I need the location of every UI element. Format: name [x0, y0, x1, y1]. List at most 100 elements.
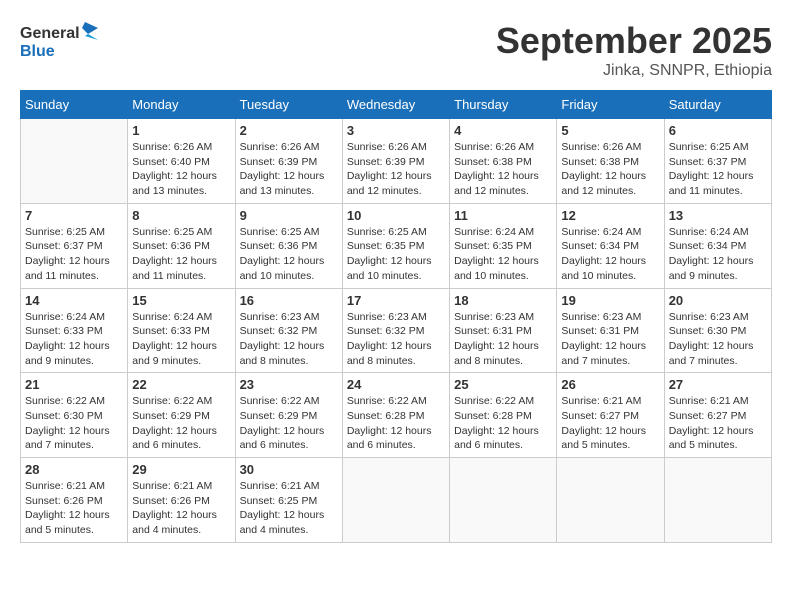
calendar-cell: 17 Sunrise: 6:23 AM Sunset: 6:32 PM Dayli…: [342, 288, 449, 373]
calendar-cell: 21 Sunrise: 6:22 AM Sunset: 6:30 PM Dayli…: [21, 373, 128, 458]
calendar-cell: 15 Sunrise: 6:24 AM Sunset: 6:33 PM Dayli…: [128, 288, 235, 373]
calendar-cell: 29Sunrise: 6:21 AM Sunset: 6:26 PM Dayli…: [128, 458, 235, 543]
calendar-cell: [342, 458, 449, 543]
weekday-header-friday: Friday: [557, 91, 664, 119]
day-info: Sunrise: 6:23 AM Sunset: 6:30 PM Dayligh…: [669, 310, 767, 369]
title-block: September 2025 Jinka, SNNPR, Ethiopia: [496, 20, 772, 80]
calendar-cell: [450, 458, 557, 543]
day-info: Sunrise: 6:23 AM Sunset: 6:32 PM Dayligh…: [347, 310, 445, 369]
day-number: 22: [132, 377, 230, 392]
day-number: 5: [561, 123, 659, 138]
calendar-cell: 6 Sunrise: 6:25 AM Sunset: 6:37 PM Daylig…: [664, 119, 771, 204]
calendar-cell: 23 Sunrise: 6:22 AM Sunset: 6:29 PM Dayli…: [235, 373, 342, 458]
day-number: 30: [240, 462, 338, 477]
week-row-1: 1 Sunrise: 6:26 AM Sunset: 6:40 PM Daylig…: [21, 119, 772, 204]
day-number: 24: [347, 377, 445, 392]
calendar-cell: 30 Sunrise: 6:21 AM Sunset: 6:25 PM Dayli…: [235, 458, 342, 543]
weekday-header-monday: Monday: [128, 91, 235, 119]
week-row-5: 28Sunrise: 6:21 AM Sunset: 6:26 PM Dayli…: [21, 458, 772, 543]
svg-text:Blue: Blue: [20, 43, 55, 60]
day-number: 16: [240, 293, 338, 308]
calendar-cell: 18 Sunrise: 6:23 AM Sunset: 6:31 PM Dayli…: [450, 288, 557, 373]
calendar-cell: 27 Sunrise: 6:21 AM Sunset: 6:27 PM Dayli…: [664, 373, 771, 458]
weekday-header-tuesday: Tuesday: [235, 91, 342, 119]
day-number: 12: [561, 208, 659, 223]
calendar-cell: 24 Sunrise: 6:22 AM Sunset: 6:28 PM Dayli…: [342, 373, 449, 458]
page-header: GeneralBlue September 2025 Jinka, SNNPR,…: [20, 20, 772, 80]
calendar-cell: 19 Sunrise: 6:23 AM Sunset: 6:31 PM Dayli…: [557, 288, 664, 373]
day-info: Sunrise: 6:21 AM Sunset: 6:27 PM Dayligh…: [561, 394, 659, 453]
day-number: 6: [669, 123, 767, 138]
calendar-cell: 22 Sunrise: 6:22 AM Sunset: 6:29 PM Dayli…: [128, 373, 235, 458]
day-info: Sunrise: 6:21 AM Sunset: 6:27 PM Dayligh…: [669, 394, 767, 453]
day-number: 8: [132, 208, 230, 223]
calendar-cell: 10Sunrise: 6:25 AM Sunset: 6:35 PM Dayli…: [342, 203, 449, 288]
month-title: September 2025: [496, 20, 772, 62]
day-number: 23: [240, 377, 338, 392]
weekday-header-saturday: Saturday: [664, 91, 771, 119]
logo: GeneralBlue: [20, 20, 100, 64]
calendar-cell: 25Sunrise: 6:22 AM Sunset: 6:28 PM Dayli…: [450, 373, 557, 458]
week-row-4: 21 Sunrise: 6:22 AM Sunset: 6:30 PM Dayli…: [21, 373, 772, 458]
week-row-2: 7 Sunrise: 6:25 AM Sunset: 6:37 PM Daylig…: [21, 203, 772, 288]
day-number: 26: [561, 377, 659, 392]
calendar-cell: 11Sunrise: 6:24 AM Sunset: 6:35 PM Dayli…: [450, 203, 557, 288]
day-number: 19: [561, 293, 659, 308]
day-number: 4: [454, 123, 552, 138]
day-info: Sunrise: 6:23 AM Sunset: 6:31 PM Dayligh…: [454, 310, 552, 369]
day-info: Sunrise: 6:23 AM Sunset: 6:31 PM Dayligh…: [561, 310, 659, 369]
day-number: 1: [132, 123, 230, 138]
day-number: 25: [454, 377, 552, 392]
calendar-cell: 16 Sunrise: 6:23 AM Sunset: 6:32 PM Dayli…: [235, 288, 342, 373]
svg-text:General: General: [20, 25, 80, 42]
day-info: Sunrise: 6:24 AM Sunset: 6:33 PM Dayligh…: [132, 310, 230, 369]
day-info: Sunrise: 6:21 AM Sunset: 6:26 PM Dayligh…: [132, 479, 230, 538]
day-info: Sunrise: 6:24 AM Sunset: 6:33 PM Dayligh…: [25, 310, 123, 369]
day-info: Sunrise: 6:24 AM Sunset: 6:34 PM Dayligh…: [561, 225, 659, 284]
day-info: Sunrise: 6:26 AM Sunset: 6:38 PM Dayligh…: [454, 140, 552, 199]
weekday-header-thursday: Thursday: [450, 91, 557, 119]
day-info: Sunrise: 6:21 AM Sunset: 6:25 PM Dayligh…: [240, 479, 338, 538]
day-info: Sunrise: 6:25 AM Sunset: 6:36 PM Dayligh…: [240, 225, 338, 284]
calendar-table: SundayMondayTuesdayWednesdayThursdayFrid…: [20, 90, 772, 543]
calendar-cell: 1 Sunrise: 6:26 AM Sunset: 6:40 PM Daylig…: [128, 119, 235, 204]
day-number: 21: [25, 377, 123, 392]
day-number: 18: [454, 293, 552, 308]
day-info: Sunrise: 6:22 AM Sunset: 6:29 PM Dayligh…: [132, 394, 230, 453]
calendar-cell: 7 Sunrise: 6:25 AM Sunset: 6:37 PM Daylig…: [21, 203, 128, 288]
day-info: Sunrise: 6:25 AM Sunset: 6:37 PM Dayligh…: [669, 140, 767, 199]
day-number: 15: [132, 293, 230, 308]
day-info: Sunrise: 6:25 AM Sunset: 6:35 PM Dayligh…: [347, 225, 445, 284]
day-info: Sunrise: 6:23 AM Sunset: 6:32 PM Dayligh…: [240, 310, 338, 369]
calendar-cell: 2Sunrise: 6:26 AM Sunset: 6:39 PM Daylig…: [235, 119, 342, 204]
day-number: 27: [669, 377, 767, 392]
weekday-header-wednesday: Wednesday: [342, 91, 449, 119]
calendar-cell: 4 Sunrise: 6:26 AM Sunset: 6:38 PM Daylig…: [450, 119, 557, 204]
calendar-cell: 9 Sunrise: 6:25 AM Sunset: 6:36 PM Daylig…: [235, 203, 342, 288]
day-info: Sunrise: 6:21 AM Sunset: 6:26 PM Dayligh…: [25, 479, 123, 538]
day-number: 17: [347, 293, 445, 308]
day-info: Sunrise: 6:22 AM Sunset: 6:28 PM Dayligh…: [347, 394, 445, 453]
day-info: Sunrise: 6:26 AM Sunset: 6:39 PM Dayligh…: [240, 140, 338, 199]
weekday-header-row: SundayMondayTuesdayWednesdayThursdayFrid…: [21, 91, 772, 119]
day-info: Sunrise: 6:22 AM Sunset: 6:29 PM Dayligh…: [240, 394, 338, 453]
day-info: Sunrise: 6:22 AM Sunset: 6:30 PM Dayligh…: [25, 394, 123, 453]
day-info: Sunrise: 6:25 AM Sunset: 6:37 PM Dayligh…: [25, 225, 123, 284]
day-info: Sunrise: 6:26 AM Sunset: 6:40 PM Dayligh…: [132, 140, 230, 199]
day-info: Sunrise: 6:26 AM Sunset: 6:38 PM Dayligh…: [561, 140, 659, 199]
calendar-cell: 28Sunrise: 6:21 AM Sunset: 6:26 PM Dayli…: [21, 458, 128, 543]
day-number: 7: [25, 208, 123, 223]
day-info: Sunrise: 6:24 AM Sunset: 6:34 PM Dayligh…: [669, 225, 767, 284]
day-number: 13: [669, 208, 767, 223]
day-number: 20: [669, 293, 767, 308]
weekday-header-sunday: Sunday: [21, 91, 128, 119]
day-info: Sunrise: 6:26 AM Sunset: 6:39 PM Dayligh…: [347, 140, 445, 199]
calendar-cell: 5 Sunrise: 6:26 AM Sunset: 6:38 PM Daylig…: [557, 119, 664, 204]
calendar-cell: [664, 458, 771, 543]
location: Jinka, SNNPR, Ethiopia: [496, 62, 772, 80]
week-row-3: 14Sunrise: 6:24 AM Sunset: 6:33 PM Dayli…: [21, 288, 772, 373]
calendar-cell: 20 Sunrise: 6:23 AM Sunset: 6:30 PM Dayli…: [664, 288, 771, 373]
day-number: 9: [240, 208, 338, 223]
day-number: 11: [454, 208, 552, 223]
calendar-cell: 8Sunrise: 6:25 AM Sunset: 6:36 PM Daylig…: [128, 203, 235, 288]
